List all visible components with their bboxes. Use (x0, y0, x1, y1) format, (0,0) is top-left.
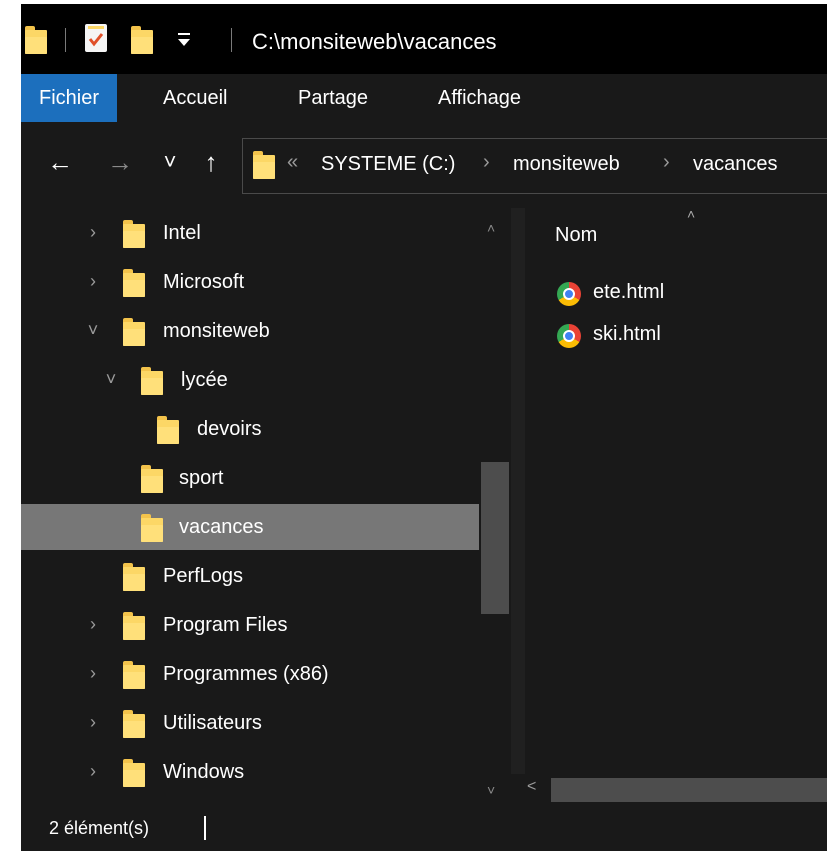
scrollbar-thumb[interactable] (551, 778, 827, 802)
ribbon-tabs: Fichier Accueil Partage Affichage (21, 74, 827, 122)
tab-partage[interactable]: Partage (298, 74, 368, 122)
scroll-down-icon[interactable]: ˅ (487, 782, 495, 798)
tree-item-label: Windows (163, 761, 245, 783)
status-bar: 2 élément(s) (21, 806, 827, 851)
item-count: 2 élément(s) (49, 818, 150, 838)
chevron-right-icon[interactable]: › (83, 663, 103, 684)
title-separator (231, 28, 232, 52)
folder-icon (123, 612, 145, 640)
back-button[interactable]: ← (43, 142, 77, 182)
forward-button[interactable]: → (103, 142, 137, 182)
breadcrumb-monsiteweb[interactable]: monsiteweb (513, 153, 620, 176)
chevron-down-icon[interactable]: ˅ (83, 320, 103, 341)
tree-item-perflogs[interactable]: PerfLogs (21, 553, 479, 599)
tree-item-label: sport (179, 467, 224, 489)
tree-item-label: PerfLogs (163, 565, 244, 587)
address-bar[interactable]: « SYSTEME (C:) › monsiteweb › vacances (242, 138, 827, 194)
tab-affichage[interactable]: Affichage (438, 74, 521, 122)
folder-icon (123, 220, 145, 248)
tree-item-label: Program Files (163, 614, 288, 636)
breadcrumb-vacances[interactable]: vacances (693, 153, 778, 176)
tree-item-label: Utilisateurs (163, 712, 262, 734)
overflow-chevron-icon[interactable]: « (287, 151, 298, 174)
file-name: ete.html (593, 281, 665, 303)
file-list-pane: ˄ Nom ete.html ski.html < (511, 206, 827, 806)
folder-icon (141, 465, 163, 493)
tree-item-sport[interactable]: sport (21, 455, 479, 501)
folder-icon (123, 269, 145, 297)
folder-icon (141, 514, 163, 542)
tree-item-label: devoirs (197, 418, 262, 440)
breadcrumb-separator[interactable]: › (483, 151, 490, 174)
title-separator (65, 28, 66, 52)
column-header-nom[interactable]: Nom (555, 224, 597, 247)
tree-item-program-files[interactable]: › Program Files (21, 602, 479, 648)
folder-icon (157, 416, 179, 444)
window-title: C:\monsiteweb\vacances (252, 29, 497, 54)
sort-ascending-icon: ˄ (687, 206, 696, 222)
tree-item-lycee[interactable]: ˅ lycée (21, 357, 479, 403)
folder-icon (123, 318, 145, 346)
chevron-down-icon[interactable]: ˅ (101, 369, 121, 390)
breadcrumb-separator[interactable]: › (663, 151, 670, 174)
folder-icon (25, 26, 47, 54)
breadcrumb-systeme[interactable]: SYSTEME (C:) (321, 153, 455, 176)
chevron-right-icon[interactable]: › (83, 712, 103, 733)
status-separator (204, 816, 206, 840)
folder-icon (141, 367, 163, 395)
folder-icon (123, 661, 145, 689)
folder-icon (123, 563, 145, 591)
tab-fichier[interactable]: Fichier (21, 74, 117, 122)
navigation-pane: › Intel › Microsoft ˅ monsiteweb ˅ lycée… (21, 208, 511, 806)
tree-item-label: Intel (163, 222, 201, 244)
tree-item-label: Microsoft (163, 271, 245, 293)
folder-icon (123, 759, 145, 787)
chevron-right-icon[interactable]: › (83, 222, 103, 243)
tree-item-label: Programmes (x86) (163, 663, 329, 685)
tab-accueil[interactable]: Accueil (163, 74, 227, 122)
file-name: ski.html (593, 323, 661, 345)
tree-item-label: monsiteweb (163, 320, 270, 342)
scroll-up-icon[interactable]: ˄ (487, 220, 495, 236)
up-button[interactable]: ↑ (195, 142, 227, 182)
chevron-right-icon[interactable]: › (83, 271, 103, 292)
scroll-left-icon[interactable]: < (527, 778, 536, 796)
file-explorer-window: C:\monsiteweb\vacances Fichier Accueil P… (21, 4, 827, 851)
properties-icon[interactable] (85, 24, 107, 52)
tree-item-label: lycée (181, 369, 228, 391)
tree-item-windows[interactable]: › Windows (21, 749, 479, 795)
tree-item-intel[interactable]: › Intel (21, 210, 479, 256)
tree-item-vacances[interactable]: vacances (21, 504, 479, 550)
tree-item-label: vacances (179, 516, 264, 538)
navigation-bar: ← → ˅ ↑ « SYSTEME (C:) › monsiteweb › va… (21, 122, 827, 208)
tree-item-devoirs[interactable]: devoirs (21, 406, 479, 452)
chevron-right-icon[interactable]: › (83, 761, 103, 782)
folder-icon (123, 710, 145, 738)
pane-divider[interactable] (511, 208, 525, 806)
recent-locations-button[interactable]: ˅ (159, 142, 181, 182)
new-folder-icon[interactable] (131, 26, 153, 54)
folder-icon (253, 151, 275, 179)
title-bar: C:\monsiteweb\vacances (21, 4, 827, 74)
customize-dropdown-icon[interactable] (175, 27, 195, 49)
horizontal-scrollbar[interactable]: < (511, 774, 827, 806)
chevron-right-icon[interactable]: › (83, 614, 103, 635)
tree-item-microsoft[interactable]: › Microsoft (21, 259, 479, 305)
tree-item-utilisateurs[interactable]: › Utilisateurs (21, 700, 479, 746)
chrome-icon (557, 282, 581, 306)
chrome-icon (557, 324, 581, 348)
scrollbar-thumb[interactable] (481, 462, 509, 614)
tree-vertical-scrollbar[interactable]: ˄ ˅ (479, 208, 511, 806)
tree-item-monsiteweb[interactable]: ˅ monsiteweb (21, 308, 479, 354)
tree-item-programmes-x86[interactable]: › Programmes (x86) (21, 651, 479, 697)
